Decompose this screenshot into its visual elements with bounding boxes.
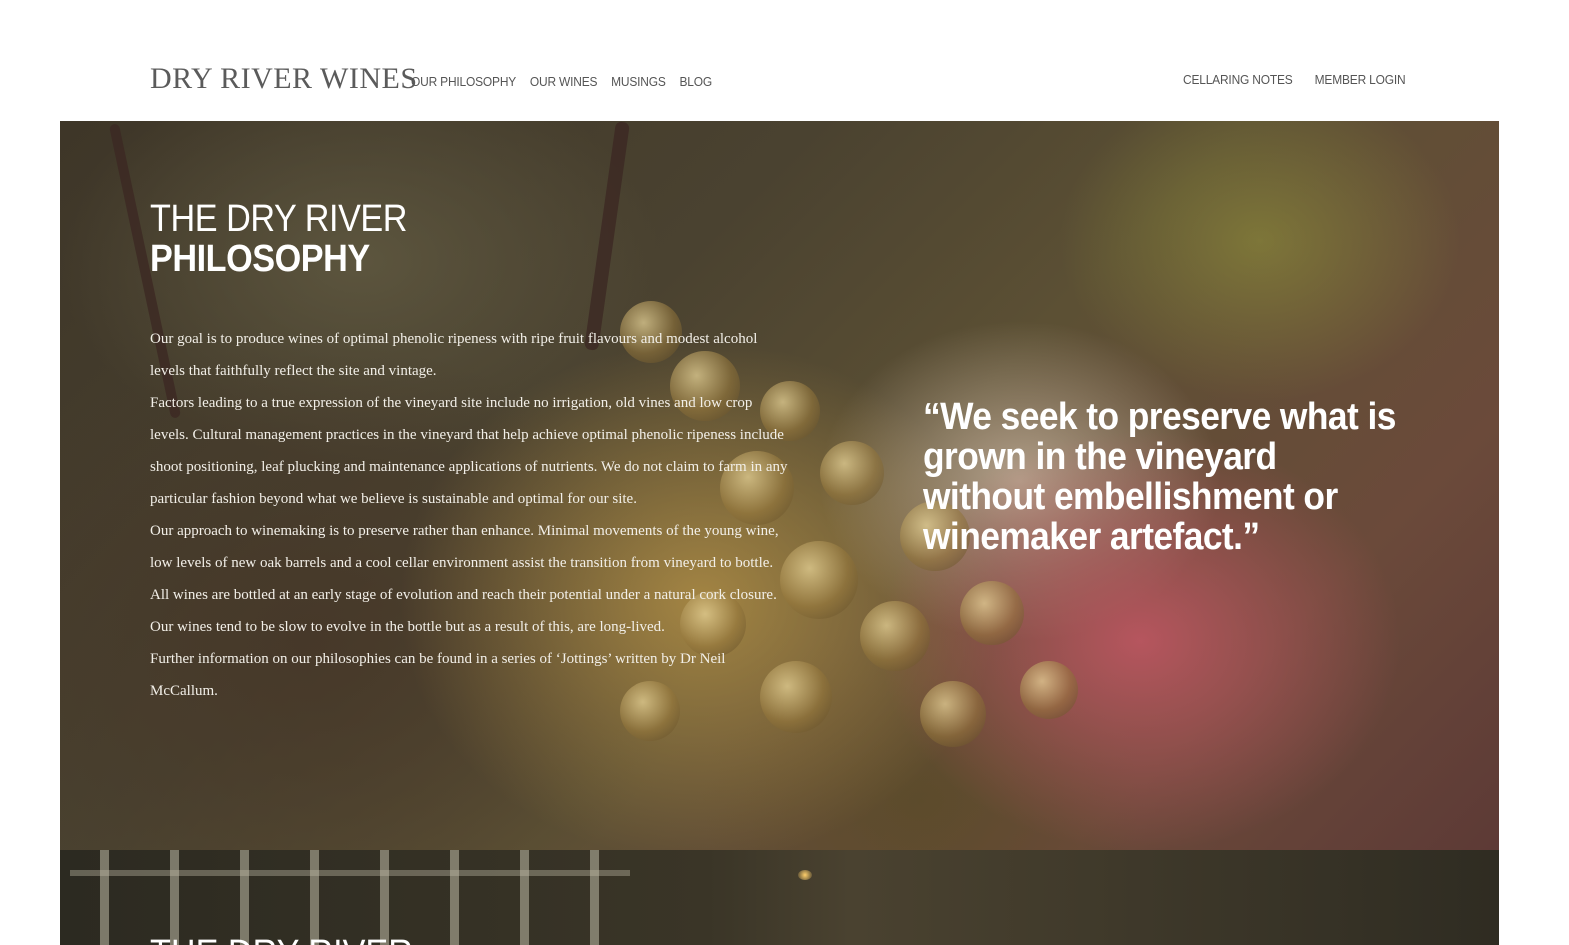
fence-post xyxy=(170,850,179,945)
fence-rail xyxy=(70,870,630,876)
nav-item-blog[interactable]: BLOG xyxy=(679,74,712,89)
grape xyxy=(920,681,986,747)
page-title: THE DRY RIVER PHILOSOPHY xyxy=(150,199,436,279)
primary-nav: OUR PHILOSOPHY OUR WINES MUSINGS BLOG xyxy=(411,74,712,89)
grape xyxy=(820,441,884,505)
secondary-nav: CELLARING NOTES MEMBER LOGIN xyxy=(1183,72,1406,87)
body-paragraph: Further information on our philosophies … xyxy=(150,651,726,699)
fence-post xyxy=(590,850,599,945)
page-title-line2: PHILOSOPHY xyxy=(150,238,370,280)
body-paragraph: Our approach to winemaking is to preserv… xyxy=(150,523,779,571)
philosophy-quote: “We seek to preserve what is grown in th… xyxy=(923,396,1396,558)
fence-post xyxy=(450,850,459,945)
section-title: THE DRY RIVER xyxy=(150,934,413,945)
body-paragraph: Our goal is to produce wines of optimal … xyxy=(150,331,758,379)
body-paragraph: Factors leading to a true expression of … xyxy=(150,395,788,507)
next-section: THE DRY RIVER xyxy=(60,850,1499,945)
grape xyxy=(1020,661,1078,719)
nav-item-our-wines[interactable]: OUR WINES xyxy=(530,74,598,89)
nav-item-member-login[interactable]: MEMBER LOGIN xyxy=(1315,72,1406,87)
grape xyxy=(860,601,930,671)
fence-post xyxy=(520,850,529,945)
body-paragraph: All wines are bottled at an early stage … xyxy=(150,587,777,635)
nav-item-our-philosophy[interactable]: OUR PHILOSOPHY xyxy=(411,74,516,89)
nav-item-musings[interactable]: MUSINGS xyxy=(611,74,666,89)
nav-item-cellaring-notes[interactable]: CELLARING NOTES xyxy=(1183,72,1293,87)
page-title-line1: THE DRY RIVER xyxy=(150,198,408,240)
grape xyxy=(780,541,858,619)
lamp-light xyxy=(798,870,812,880)
site-header: DRY RIVER WINES OUR PHILOSOPHY OUR WINES… xyxy=(0,0,1569,121)
fence-post xyxy=(380,850,389,945)
fence-post xyxy=(310,850,319,945)
philosophy-body: Our goal is to produce wines of optimal … xyxy=(150,323,790,707)
grape xyxy=(960,581,1024,645)
philosophy-hero: THE DRY RIVER PHILOSOPHY Our goal is to … xyxy=(60,121,1499,850)
fence-post xyxy=(240,850,249,945)
site-logo[interactable]: DRY RIVER WINES xyxy=(150,62,418,96)
fence-post xyxy=(100,850,109,945)
